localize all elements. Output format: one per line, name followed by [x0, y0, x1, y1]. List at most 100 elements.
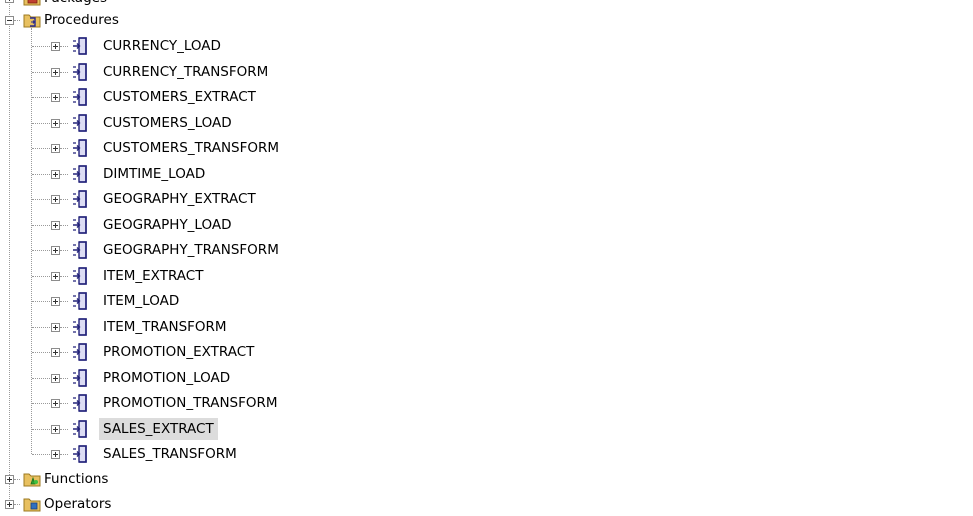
tree-connector — [60, 72, 68, 73]
procedure-icon — [72, 267, 88, 285]
procedure-label: CUSTOMERS_TRANSFORM — [103, 140, 280, 156]
tree-node-procedure[interactable]: PROMOTION_EXTRACT — [99, 341, 258, 363]
tree-connector — [32, 378, 50, 379]
procedure-expander[interactable] — [51, 246, 60, 255]
procedure-icon — [72, 63, 88, 81]
procedure-label: ITEM_LOAD — [103, 293, 180, 309]
procedures-label: Procedures — [44, 12, 119, 28]
procedure-icon — [72, 369, 88, 387]
tree-node-functions[interactable]: Functions — [40, 468, 112, 490]
tree-connector — [60, 327, 68, 328]
procedure-label: PROMOTION_EXTRACT — [103, 344, 255, 360]
procedure-icon — [72, 318, 88, 336]
tree-connector — [32, 250, 50, 251]
tree-connector — [32, 429, 50, 430]
procedure-label: PROMOTION_TRANSFORM — [103, 395, 278, 411]
tree-node-procedure[interactable]: SALES_EXTRACT — [99, 418, 218, 440]
procedures-folder-icon — [23, 12, 41, 28]
procedure-expander[interactable] — [51, 195, 60, 204]
tree-guide-line — [9, 0, 10, 505]
procedure-icon — [72, 114, 88, 132]
procedure-icon — [72, 241, 88, 259]
tree-node-procedure[interactable]: GEOGRAPHY_TRANSFORM — [99, 239, 283, 261]
tree-node-procedure[interactable]: CURRENCY_TRANSFORM — [99, 61, 272, 83]
procedure-expander[interactable] — [51, 170, 60, 179]
procedure-expander[interactable] — [51, 374, 60, 383]
tree-node-procedure[interactable]: PROMOTION_TRANSFORM — [99, 392, 282, 414]
procedure-label: GEOGRAPHY_LOAD — [103, 217, 232, 233]
procedure-icon — [72, 445, 88, 463]
tree-node-procedure[interactable]: DIMTIME_LOAD — [99, 163, 209, 185]
tree-node-procedure[interactable]: CUSTOMERS_TRANSFORM — [99, 137, 283, 159]
tree-connector — [32, 327, 50, 328]
procedure-expander[interactable] — [51, 42, 60, 51]
packages-label: Packages — [40, 0, 111, 9]
packages-expander[interactable] — [5, 0, 14, 3]
operators-folder-icon — [23, 496, 41, 512]
tree-node-operators[interactable]: Operators — [40, 493, 115, 515]
tree-node-procedure[interactable]: CURRENCY_LOAD — [99, 35, 225, 57]
procedure-icon — [72, 190, 88, 208]
tree-connector — [32, 46, 50, 47]
functions-expander[interactable] — [5, 475, 14, 484]
procedure-label: GEOGRAPHY_EXTRACT — [103, 191, 256, 207]
operators-label: Operators — [44, 496, 112, 512]
tree-connector — [32, 123, 50, 124]
tree-connector — [60, 123, 68, 124]
tree-node-procedure[interactable]: CUSTOMERS_EXTRACT — [99, 86, 260, 108]
procedures-expander[interactable] — [5, 16, 14, 25]
tree-connector — [60, 148, 68, 149]
object-tree: Packages Procedures CURRENCY_LOAD CURRENC… — [0, 0, 973, 512]
procedure-expander[interactable] — [51, 272, 60, 281]
tree-connector — [32, 403, 50, 404]
tree-node-packages[interactable]: Packages — [40, 0, 111, 9]
tree-connector — [32, 352, 50, 353]
tree-connector — [60, 250, 68, 251]
procedure-expander[interactable] — [51, 323, 60, 332]
procedure-expander[interactable] — [51, 297, 60, 306]
procedure-label: GEOGRAPHY_TRANSFORM — [103, 242, 279, 258]
functions-label: Functions — [44, 471, 109, 487]
tree-connector — [60, 352, 68, 353]
procedure-expander[interactable] — [51, 450, 60, 459]
tree-node-procedure[interactable]: GEOGRAPHY_LOAD — [99, 214, 236, 236]
tree-node-procedure[interactable]: CUSTOMERS_LOAD — [99, 112, 236, 134]
procedure-expander[interactable] — [51, 221, 60, 230]
tree-connector — [60, 174, 68, 175]
tree-connector — [32, 454, 50, 455]
procedure-expander[interactable] — [51, 144, 60, 153]
tree-connector — [60, 403, 68, 404]
tree-connector — [60, 97, 68, 98]
tree-node-procedure[interactable]: GEOGRAPHY_EXTRACT — [99, 188, 260, 210]
tree-connector — [32, 148, 50, 149]
procedure-expander[interactable] — [51, 348, 60, 357]
procedure-icon — [72, 165, 88, 183]
procedure-label: SALES_EXTRACT — [99, 418, 218, 440]
tree-node-procedure[interactable]: ITEM_EXTRACT — [99, 265, 207, 287]
operators-expander[interactable] — [5, 500, 14, 509]
tree-connector — [32, 199, 50, 200]
tree-connector — [32, 97, 50, 98]
procedure-label: CUSTOMERS_EXTRACT — [103, 89, 256, 105]
procedure-icon — [72, 37, 88, 55]
tree-node-procedure[interactable]: PROMOTION_LOAD — [99, 367, 234, 389]
tree-node-procedures[interactable]: Procedures — [40, 9, 123, 31]
tree-connector — [60, 225, 68, 226]
tree-connector — [14, 20, 20, 21]
tree-connector — [60, 199, 68, 200]
procedure-label: DIMTIME_LOAD — [103, 166, 206, 182]
tree-node-procedure[interactable]: ITEM_LOAD — [99, 290, 183, 312]
procedure-expander[interactable] — [51, 399, 60, 408]
procedure-expander[interactable] — [51, 119, 60, 128]
procedure-label: ITEM_TRANSFORM — [103, 319, 227, 335]
procedure-expander[interactable] — [51, 93, 60, 102]
procedure-icon — [72, 420, 88, 438]
procedure-expander[interactable] — [51, 68, 60, 77]
tree-node-procedure[interactable]: SALES_TRANSFORM — [99, 443, 241, 465]
tree-connector — [32, 301, 50, 302]
procedure-label: CURRENCY_TRANSFORM — [103, 64, 269, 80]
functions-folder-icon — [23, 471, 41, 487]
tree-node-procedure[interactable]: ITEM_TRANSFORM — [99, 316, 231, 338]
procedure-icon — [72, 394, 88, 412]
procedure-expander[interactable] — [51, 425, 60, 434]
